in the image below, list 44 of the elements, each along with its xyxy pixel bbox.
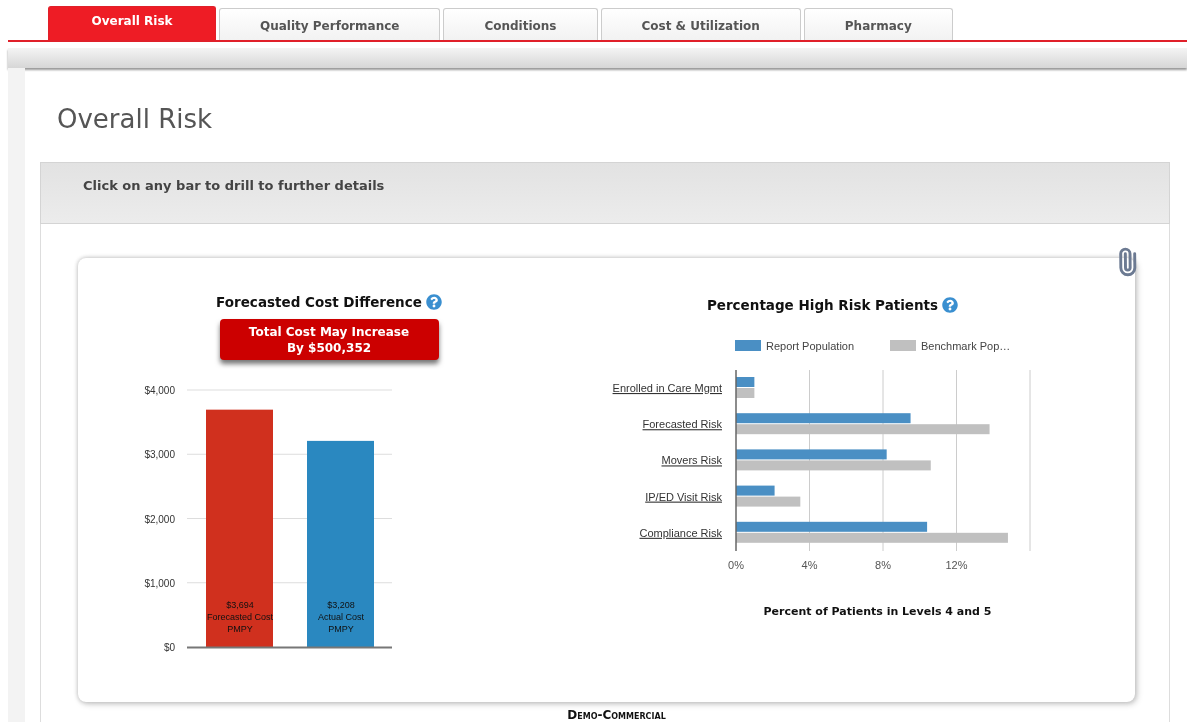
axis-label: $4,000 bbox=[143, 385, 175, 396]
axis-label: 4% bbox=[801, 559, 817, 571]
category-link[interactable]: Enrolled in Care Mgmt bbox=[612, 382, 722, 394]
tab[interactable]: Overall Risk bbox=[48, 6, 216, 40]
page-title: Overall Risk bbox=[57, 104, 214, 134]
risk-bar[interactable] bbox=[735, 388, 754, 398]
cost-bar[interactable] bbox=[205, 409, 273, 647]
risk-bar[interactable] bbox=[735, 485, 775, 496]
tab[interactable]: Conditions bbox=[443, 8, 598, 40]
axis-label: $0 bbox=[163, 642, 175, 653]
category-link[interactable]: Compliance Risk bbox=[638, 526, 722, 539]
tab[interactable]: Pharmacy bbox=[803, 8, 953, 40]
chart-title: Forecasted Cost Difference bbox=[216, 294, 422, 310]
risk-bar[interactable] bbox=[735, 424, 990, 435]
axis-label: 12% bbox=[945, 559, 967, 571]
tab[interactable]: Cost & Utilization bbox=[600, 8, 801, 40]
bar-value-label: $3,694 Forecasted Cost PMPY bbox=[206, 600, 273, 634]
tab[interactable]: Quality Performance bbox=[219, 8, 441, 40]
axis-title: Percent of Patients in Levels 4 and 5 bbox=[763, 605, 992, 618]
risk-bar[interactable] bbox=[735, 377, 754, 387]
axis-label: $2,000 bbox=[143, 513, 175, 525]
chart-title: Percentage High Risk Patients bbox=[706, 297, 939, 313]
instruction-text: Click on any bar to drill to further details bbox=[83, 178, 385, 193]
risk-bar[interactable] bbox=[735, 449, 887, 460]
axis-label: $1,000 bbox=[143, 577, 175, 589]
axis-label: 8% bbox=[874, 559, 891, 571]
help-icon[interactable] bbox=[942, 297, 959, 313]
risk-bar[interactable] bbox=[735, 413, 911, 424]
axis-label: 0% bbox=[727, 559, 744, 571]
bar-value-label: $3,208 Actual Cost PMPY bbox=[317, 600, 364, 634]
category-link[interactable]: IP/ED Visit Risk bbox=[644, 490, 722, 503]
risk-bar[interactable] bbox=[735, 460, 931, 471]
category-link[interactable]: Movers Risk bbox=[661, 454, 722, 467]
legend-label: Benchmark Pop… bbox=[920, 340, 1010, 352]
footer-label: Demo-Commercial bbox=[567, 708, 666, 722]
axis-label: $3,000 bbox=[143, 449, 175, 461]
legend-label: Report Population bbox=[765, 340, 854, 352]
risk-bar[interactable] bbox=[735, 532, 1008, 543]
risk-bar[interactable] bbox=[735, 521, 927, 532]
help-icon[interactable] bbox=[425, 294, 442, 310]
category-link[interactable]: Forecasted Risk bbox=[642, 418, 722, 431]
cost-alert: Total Cost May Increase By $500,352 bbox=[219, 319, 439, 360]
cost-bar[interactable] bbox=[306, 440, 374, 647]
risk-bar[interactable] bbox=[735, 496, 800, 507]
